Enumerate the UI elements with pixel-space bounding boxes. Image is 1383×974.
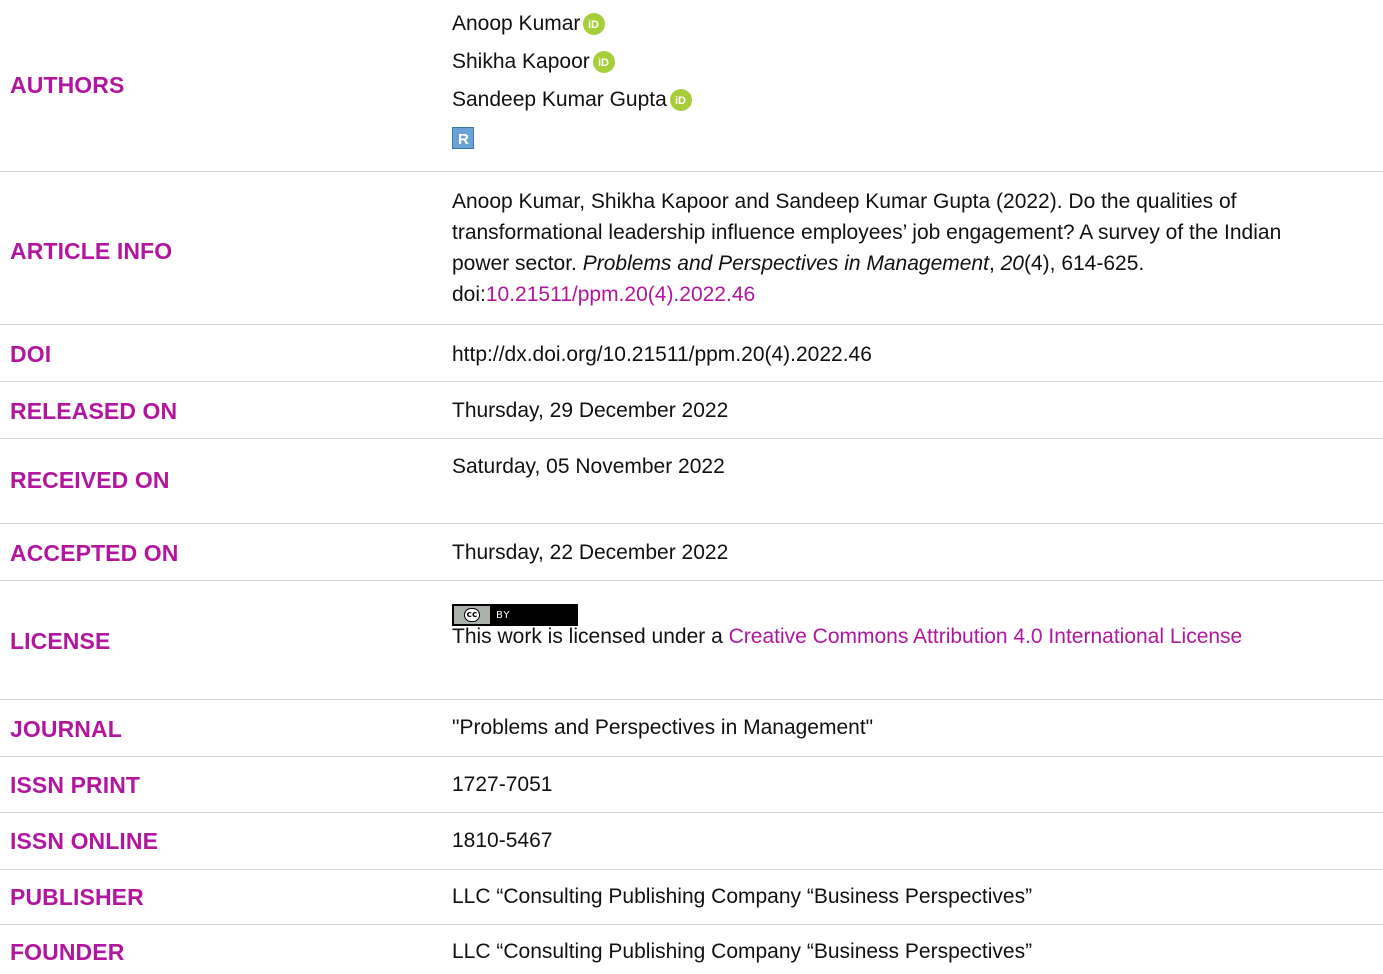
accepted-on-value: Thursday, 22 December 2022 <box>452 541 729 564</box>
founder-row: FOUNDER LLC “Consulting Publishing Compa… <box>0 925 1383 974</box>
released-on-value: Thursday, 29 December 2022 <box>452 399 729 422</box>
article-info-citation: Anoop Kumar, Shikha Kapoor and Sandeep K… <box>452 186 1343 310</box>
doi-value[interactable]: http://dx.doi.org/10.21511/ppm.20(4).202… <box>452 339 1343 370</box>
orcid-icon[interactable]: iD <box>669 89 692 111</box>
orcid-icon[interactable]: iD <box>592 51 615 73</box>
released-on-label: RELEASED ON <box>10 398 178 424</box>
issn-print-row: ISSN PRINT 1727-7051 <box>0 757 1383 813</box>
founder-label: FOUNDER <box>10 939 125 965</box>
journal-label: JOURNAL <box>10 716 122 742</box>
accepted-on-row: ACCEPTED ON Thursday, 22 December 2022 <box>0 524 1383 581</box>
author-name[interactable]: Anoop Kumar <box>452 5 580 43</box>
author-item: Sandeep Kumar Gupta iD <box>452 81 1343 119</box>
researchgate-link: R <box>452 119 1343 157</box>
author-name[interactable]: Sandeep Kumar Gupta <box>452 81 667 119</box>
publisher-row: PUBLISHER LLC “Consulting Publishing Com… <box>0 870 1383 925</box>
authors-row: AUTHORS Anoop Kumar iD Shikha Kapoor iD … <box>0 0 1383 172</box>
svg-text:iD: iD <box>588 19 599 30</box>
orcid-icon[interactable]: iD <box>583 13 606 35</box>
issn-print-value: 1727-7051 <box>452 773 553 796</box>
cc-logo-text: cc <box>463 608 481 622</box>
released-on-row: RELEASED ON Thursday, 29 December 2022 <box>0 382 1383 439</box>
license-link[interactable]: Creative Commons Attribution 4.0 Interna… <box>729 625 1243 648</box>
received-on-label: RECEIVED ON <box>10 467 170 493</box>
doi-link[interactable]: 10.21511/ppm.20(4).2022.46 <box>486 283 755 306</box>
accepted-on-label: ACCEPTED ON <box>10 540 179 566</box>
authors-list: Anoop Kumar iD Shikha Kapoor iD Sandeep … <box>452 5 1343 157</box>
received-on-row: RECEIVED ON Saturday, 05 November 2022 <box>0 439 1383 524</box>
citation-journal: Problems and Perspectives in Management <box>582 252 989 275</box>
author-name[interactable]: Shikha Kapoor <box>452 43 590 81</box>
publisher-value: LLC “Consulting Publishing Company “Busi… <box>452 885 1033 908</box>
received-on-value: Saturday, 05 November 2022 <box>452 455 725 478</box>
doi-row: DOI http://dx.doi.org/10.21511/ppm.20(4)… <box>0 325 1383 382</box>
issn-print-label: ISSN PRINT <box>10 772 141 798</box>
author-item: Shikha Kapoor iD <box>452 43 1343 81</box>
issn-online-row: ISSN ONLINE 1810-5467 <box>0 813 1383 870</box>
founder-value: LLC “Consulting Publishing Company “Busi… <box>452 940 1033 963</box>
journal-value: "Problems and Perspectives in Management… <box>452 716 874 739</box>
article-info-label: ARTICLE INFO <box>10 238 173 264</box>
publisher-label: PUBLISHER <box>10 884 144 910</box>
article-info-row: ARTICLE INFO Anoop Kumar, Shikha Kapoor … <box>0 172 1383 325</box>
issn-online-label: ISSN ONLINE <box>10 828 159 854</box>
svg-text:R: R <box>458 131 469 146</box>
license-text: This work is licensed under a Creative C… <box>452 621 1343 652</box>
license-badge-wrap: cc BY <box>452 595 1343 626</box>
svg-text:iD: iD <box>675 95 686 106</box>
researchgate-icon[interactable]: R <box>452 127 474 149</box>
issn-online-value: 1810-5467 <box>452 829 553 852</box>
svg-text:iD: iD <box>598 57 609 68</box>
license-row: LICENSE cc BY This work is licensed unde… <box>0 581 1383 700</box>
authors-label: AUTHORS <box>10 72 125 98</box>
author-item: Anoop Kumar iD <box>452 5 1343 43</box>
license-content: cc BY This work is licensed under a Crea… <box>452 595 1343 652</box>
citation-volume: 20 <box>1000 252 1024 275</box>
doi-label: DOI <box>10 341 52 367</box>
journal-row: JOURNAL "Problems and Perspectives in Ma… <box>0 700 1383 757</box>
license-prefix: This work is licensed under a <box>452 625 729 648</box>
license-label: LICENSE <box>10 628 111 654</box>
citation-sep: , <box>988 252 1001 275</box>
